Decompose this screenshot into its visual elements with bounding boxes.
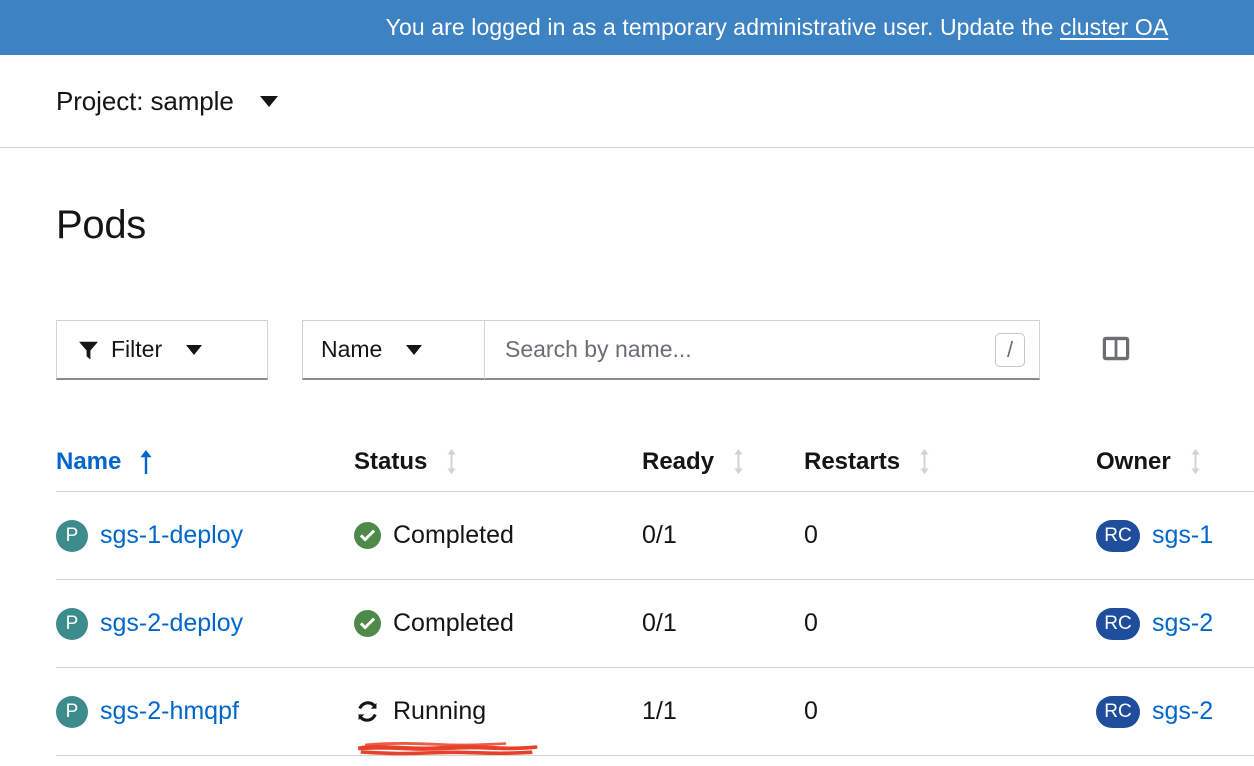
table-row: P sgs-2-deploy Completed 0/1 0 RC sgs-2 [56,580,1254,668]
sort-by-status-button[interactable]: Status [354,448,458,476]
sort-by-ready-button[interactable]: Ready [642,448,745,476]
pod-restarts-cell: 0 [804,609,1096,638]
project-selector-bar: Project: sample [0,55,1254,148]
filter-caret-down-icon [186,344,203,355]
check-circle-icon [354,610,381,637]
pod-owner-cell: RC sgs-2 [1096,695,1254,728]
red-highlight-annotation [356,740,538,758]
manage-columns-button[interactable] [1085,320,1147,380]
owner-link[interactable]: sgs-2 [1152,609,1213,638]
owner-link[interactable]: sgs-1 [1152,521,1213,550]
pod-name-cell: P sgs-2-deploy [56,607,354,640]
owner-resource-badge: RC [1096,695,1140,728]
table-row: P sgs-2-hmqpf Running 1/1 0 RC sgs-2 [56,668,1254,756]
filter-dropdown-button[interactable]: Filter [56,320,268,380]
pod-name-link[interactable]: sgs-2-hmqpf [100,697,239,726]
column-header-owner: Owner [1096,448,1254,476]
column-header-status: Status [354,448,642,476]
check-circle-icon [354,522,381,549]
owner-resource-badge: RC [1096,607,1140,640]
column-header-ready-label: Ready [642,447,715,475]
filter-label: Filter [111,336,163,362]
pods-table: Name Status Ready Restarts Owner P sgs-1… [56,432,1254,756]
pod-ready-text: 0/1 [642,521,677,549]
column-header-ready: Ready [642,448,804,476]
banner-message: You are logged in as a temporary adminis… [86,14,1169,41]
owner-resource-badge: RC [1096,519,1140,552]
search-input[interactable] [503,335,995,364]
table-row: P sgs-1-deploy Completed 0/1 0 RC sgs-1 [56,492,1254,580]
pod-restarts-text: 0 [804,697,818,725]
pod-resource-badge: P [56,695,88,728]
funnel-icon [79,340,98,360]
cluster-oauth-link[interactable]: cluster OA [1060,14,1168,40]
column-header-status-label: Status [354,447,428,475]
pod-status-cell: Completed [354,521,642,550]
pod-name-cell: P sgs-1-deploy [56,519,354,552]
caret-down-icon [259,95,278,107]
search-attribute-dropdown[interactable]: Name [302,320,484,380]
pod-ready-cell: 1/1 [642,697,804,726]
pod-restarts-cell: 0 [804,697,1096,726]
pod-restarts-cell: 0 [804,521,1096,550]
pod-status-text: Completed [393,609,514,637]
pod-ready-text: 0/1 [642,609,677,637]
column-header-owner-label: Owner [1096,447,1171,475]
pod-name-link[interactable]: sgs-2-deploy [100,609,243,638]
pod-resource-badge: P [56,607,88,640]
pod-status-text: Completed [393,521,514,549]
pod-status-cell: Completed [354,609,642,638]
pod-restarts-text: 0 [804,609,818,637]
sort-by-restarts-button[interactable]: Restarts [804,448,931,476]
pod-restarts-text: 0 [804,521,818,549]
project-selector-dropdown[interactable]: Project: sample [56,86,278,117]
owner-link[interactable]: sgs-2 [1152,697,1213,726]
project-selector-label: Project: sample [56,85,234,116]
pod-resource-badge: P [56,519,88,552]
page-title: Pods [56,203,146,247]
column-header-restarts-label: Restarts [804,447,901,475]
sort-by-name-button[interactable]: Name [56,448,153,476]
sort-by-owner-button[interactable]: Owner [1096,448,1202,476]
pod-name-link[interactable]: sgs-1-deploy [100,521,243,550]
sync-icon [354,698,381,725]
temporary-admin-banner: You are logged in as a temporary adminis… [0,0,1254,55]
pod-status-cell: Running [354,697,642,756]
column-header-restarts: Restarts [804,448,1096,476]
columns-icon [1102,336,1130,364]
sort-ascending-icon [139,449,153,474]
search-shortcut-badge: / [995,332,1025,367]
pod-status-text: Running [393,697,487,725]
sort-none-icon [1189,449,1202,474]
sort-none-icon [732,449,745,474]
column-header-name: Name [56,448,354,476]
list-toolbar: Filter Name / [56,320,1216,380]
search-group: Name / [302,320,1040,380]
banner-message-text: You are logged in as a temporary adminis… [385,14,1060,40]
attribute-caret-down-icon [406,344,423,355]
pod-ready-text: 1/1 [642,697,677,725]
table-header-row: Name Status Ready Restarts Owner [56,432,1254,492]
pod-name-cell: P sgs-2-hmqpf [56,695,354,728]
pod-owner-cell: RC sgs-1 [1096,519,1254,552]
search-box: / [484,320,1040,380]
column-header-name-label: Name [56,447,122,475]
pod-ready-cell: 0/1 [642,521,804,550]
pod-ready-cell: 0/1 [642,609,804,638]
search-attribute-label: Name [321,336,383,362]
pod-owner-cell: RC sgs-2 [1096,607,1254,640]
sort-none-icon [918,449,931,474]
sort-none-icon [445,449,458,474]
